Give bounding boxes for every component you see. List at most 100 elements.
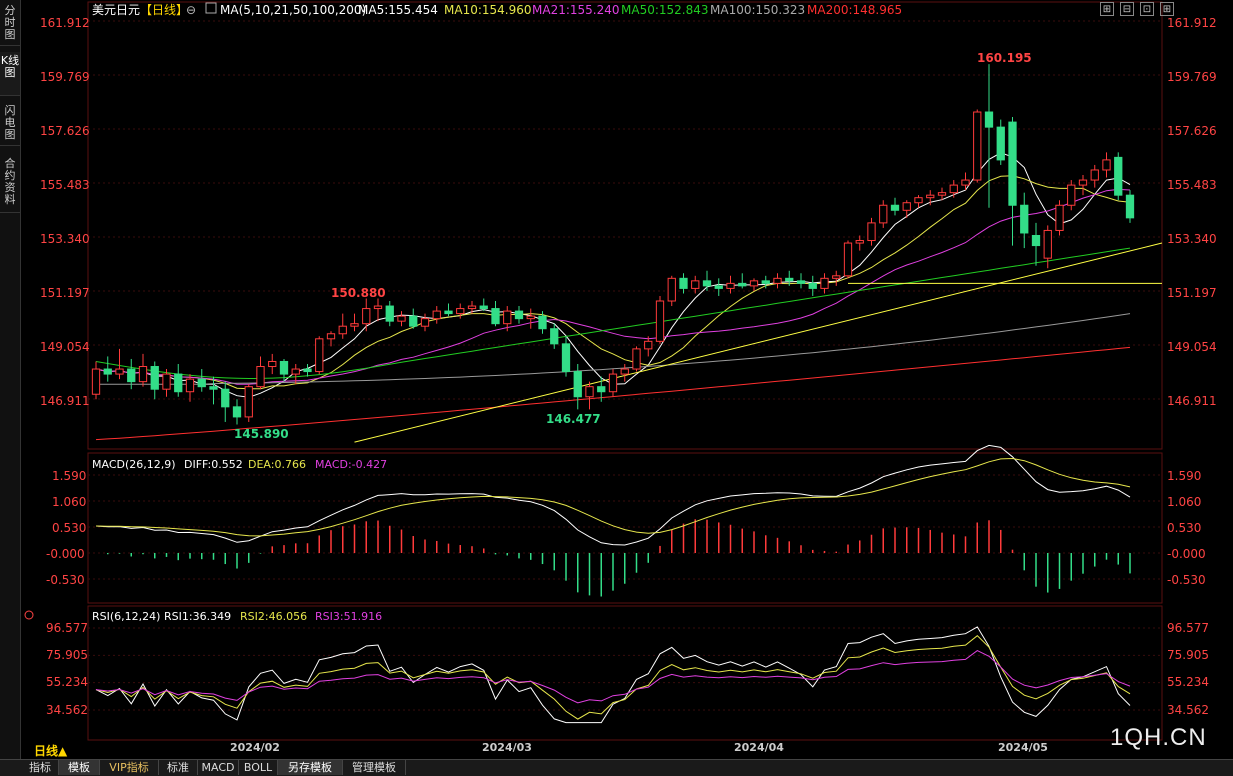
rsi1-line [95,626,1131,724]
candle-body [373,305,383,310]
price-axis-left: 161.912 159.769 157.626 155.483 153.340 … [40,16,90,408]
date-tick: 2024/05 [998,741,1048,754]
candle-body [620,368,629,375]
candle-body [1008,121,1017,206]
rsi-tick: 75.905 [1167,648,1209,662]
candle-body [268,360,277,368]
candle-body [632,348,641,370]
candle-body [456,308,465,315]
price-tick: 151.197 [1167,286,1217,300]
candle-body [279,360,289,375]
price-tick: 153.340 [1167,232,1217,246]
tab-indicators[interactable]: 指标 [22,760,59,775]
rsi-settings-icon[interactable] [24,610,34,620]
candle-body [644,340,653,350]
chart-type-icon[interactable] [205,2,217,14]
candle-body [1125,194,1135,219]
tab-templates[interactable]: 模板 [59,760,100,775]
rsi-tick: 34.562 [1167,703,1209,717]
candle-body [808,282,817,289]
candle-body [843,242,853,277]
date-tick: 2024/04 [734,741,784,754]
candle-body [221,388,230,408]
price-tick: 146.911 [40,394,90,408]
candle-body [761,280,770,284]
tab-manage-templates[interactable]: 管理模板 [343,760,406,775]
macd-tick: 1.060 [52,495,86,509]
price-tick: 157.626 [40,124,90,138]
tab-macd[interactable]: MACD [198,760,239,775]
period-selector[interactable]: 日线▲ [34,742,67,759]
candle-body [420,318,430,327]
settings-icon[interactable]: ⊖ [186,3,196,17]
macd-axis: 1.590 1.060 0.530 -0.000 -0.530 1.590 1.… [46,469,1206,587]
rsi-title: RSI(6,12,24) [92,610,160,623]
candle-body [749,280,759,287]
ma5-line [95,152,1131,398]
tab-save-template[interactable]: 另存模板 [278,760,343,775]
rsi-tick: 75.905 [46,648,88,662]
candle-body [303,368,312,373]
candle-body [585,386,594,398]
tab-vip-indicators[interactable]: VIP指标 [100,760,159,775]
candle-body [914,197,923,204]
rsi-panel-frame [87,605,1163,741]
candle-body [738,282,747,287]
rsi1-value: RSI1:36.349 [164,610,231,623]
candle-body [667,277,676,302]
candle-body [1102,159,1111,171]
candle-body [855,240,864,244]
mid-high-annotation: 150.880 [331,286,386,300]
date-tick: 2024/03 [482,741,532,754]
price-tick: 151.197 [40,286,90,300]
price-tick: 146.911 [1167,394,1217,408]
candle-body [996,126,1005,161]
split-icon[interactable]: ⊟ [1120,2,1134,16]
candle-body [550,328,559,345]
tab-standard[interactable]: 标准 [159,760,198,775]
rsi-tick: 55.234 [1167,675,1209,689]
candle-body [444,310,453,315]
candle-body [890,204,900,211]
candle-body [315,338,324,373]
candle-body [926,194,935,199]
candle-body [514,310,524,320]
candle-body [362,308,371,325]
candle-body [291,368,300,375]
candle-body [127,368,136,383]
expand-icon[interactable]: ⊞ [1100,2,1114,16]
ma5-value: MA5:155.454 [358,3,438,17]
price-tick: 149.054 [1167,340,1217,354]
period-tag: 【日线】 [140,3,188,17]
candle-body [973,111,982,181]
price-grid [88,20,1162,400]
candle-body [326,333,336,340]
price-tick: 149.054 [40,340,90,354]
macd-tick: 1.590 [1167,469,1201,483]
candle-body [820,277,829,289]
candle-body [526,315,535,320]
candle-body [174,373,183,393]
price-axis-right: 161.912 159.769 157.626 155.483 153.340 … [1167,16,1217,408]
candle-body [1043,229,1052,259]
candle-body [150,366,159,390]
rsi2-value: RSI2:46.056 [240,610,307,623]
ma10-value: MA10:154.960 [444,3,532,17]
candle-body [949,184,958,194]
tab-boll[interactable]: BOLL [239,760,278,775]
candle-body [796,280,806,284]
candle-body [773,277,782,284]
layout-icon[interactable]: ⊡ [1140,2,1154,16]
candle-body [597,386,606,393]
grid-icon[interactable]: ⊞ [1160,2,1174,16]
candle-body [726,282,735,289]
rsi3-value: RSI3:51.916 [315,610,382,623]
price-tick: 157.626 [1167,124,1217,138]
ma100-value: MA100:150.323 [710,3,805,17]
candle-body [115,368,124,375]
candle-body [138,366,148,383]
macd-diff: DIFF:0.552 [184,458,243,471]
macd-tick: 0.530 [52,521,86,535]
candle-body [832,275,841,279]
candle-body [1031,234,1041,247]
